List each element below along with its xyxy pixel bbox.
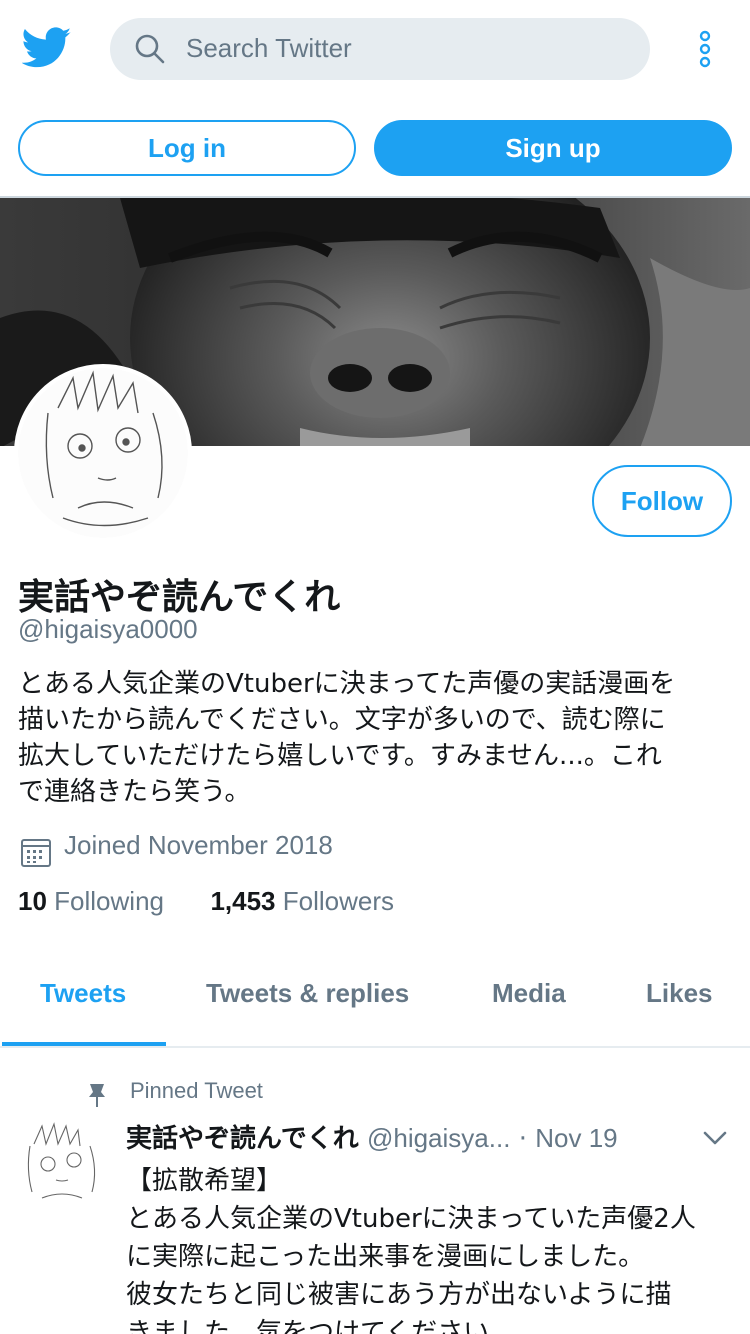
pinned-tweet[interactable]: Pinned Tweet 実話やぞ読んでくれ @higaisya... · No…	[0, 1048, 750, 1334]
followers-label: Followers	[282, 886, 395, 916]
profile-bio: とある人気企業のVtuberに決まってた声優の実話漫画を 描いたから読んでくださ…	[18, 666, 738, 810]
active-tab-indicator	[2, 1042, 166, 1046]
tweet-text-line: きました。気をつけてください。	[126, 1318, 516, 1334]
profile-tabs: Tweets Tweets & replies Media Likes	[0, 950, 750, 1048]
tweet-separator: ·	[518, 1124, 527, 1154]
tab-tweets[interactable]: Tweets	[40, 978, 126, 1009]
following-link[interactable]: 10 Following	[18, 886, 171, 916]
log-in-button[interactable]: Log in	[18, 120, 356, 176]
pinned-tweet-label: Pinned Tweet	[130, 1078, 263, 1103]
tweet-author-name[interactable]: 実話やぞ読んでくれ	[126, 1124, 359, 1154]
tab-likes[interactable]: Likes	[646, 978, 713, 1009]
tweet-avatar-sketch	[27, 1122, 96, 1199]
tweet-text-line: に実際に起こった出来事を漫画にしました。	[126, 1242, 645, 1272]
chevron-down-icon[interactable]	[702, 1128, 728, 1148]
tweet-text: 【拡散希望】 とある人気企業のVtuberに決まっていた声優2人 に実際に起こっ…	[126, 1162, 736, 1334]
sign-up-button[interactable]: Sign up	[374, 120, 732, 176]
following-label: Following	[54, 886, 164, 916]
tab-tweets-and-replies[interactable]: Tweets & replies	[206, 978, 409, 1009]
tab-media[interactable]: Media	[492, 978, 566, 1009]
search-bar[interactable]: Search Twitter	[110, 18, 650, 80]
avatar-sketch-image	[18, 368, 188, 538]
following-count: 10	[18, 886, 47, 916]
calendar-icon	[21, 839, 51, 867]
tweet-text-line: 彼女たちと同じ被害にあう方が出ないように描	[126, 1280, 672, 1310]
follow-button[interactable]: Follow	[592, 465, 732, 537]
tweet-text-line: 【拡散希望】	[126, 1166, 283, 1196]
search-placeholder: Search Twitter	[186, 33, 352, 63]
followers-link[interactable]: 1,453 Followers	[210, 886, 394, 916]
more-options-icon[interactable]	[695, 30, 715, 70]
search-icon	[135, 34, 165, 64]
tweet-author-handle[interactable]: @higaisya...	[367, 1123, 510, 1153]
followers-count: 1,453	[210, 886, 276, 916]
tweet-avatar[interactable]	[16, 1120, 108, 1212]
bio-line: とある人気企業のVtuberに決まってた声優の実話漫画を	[18, 669, 676, 699]
tweet-date[interactable]: Nov 19	[535, 1123, 617, 1153]
pin-icon	[89, 1084, 105, 1107]
bio-line: 拡大していただけたら嬉しいです。すみません...。これ	[18, 741, 662, 771]
profile-handle: @higaisya0000	[18, 614, 198, 644]
tweet-text-line: とある人気企業のVtuberに決まっていた声優2人	[126, 1204, 696, 1234]
twitter-bird-icon[interactable]	[22, 26, 72, 70]
joined-text: Joined November 2018	[64, 830, 333, 860]
profile-page: Search Twitter Log in Sign up Follow 実話や…	[0, 0, 750, 1334]
tweet-header: 実話やぞ読んでくれ @higaisya... · Nov 19	[126, 1118, 618, 1155]
profile-display-name: 実話やぞ読んでくれ	[18, 577, 341, 618]
profile-stats: 10 Following 1,453 Followers	[18, 886, 394, 917]
profile-avatar[interactable]	[14, 364, 192, 542]
bio-line: で連絡きたら笑う。	[18, 777, 251, 807]
bio-line: 描いたから読んでください。文字が多いので、読む際に	[18, 705, 666, 735]
top-bar: Search Twitter	[0, 0, 750, 98]
